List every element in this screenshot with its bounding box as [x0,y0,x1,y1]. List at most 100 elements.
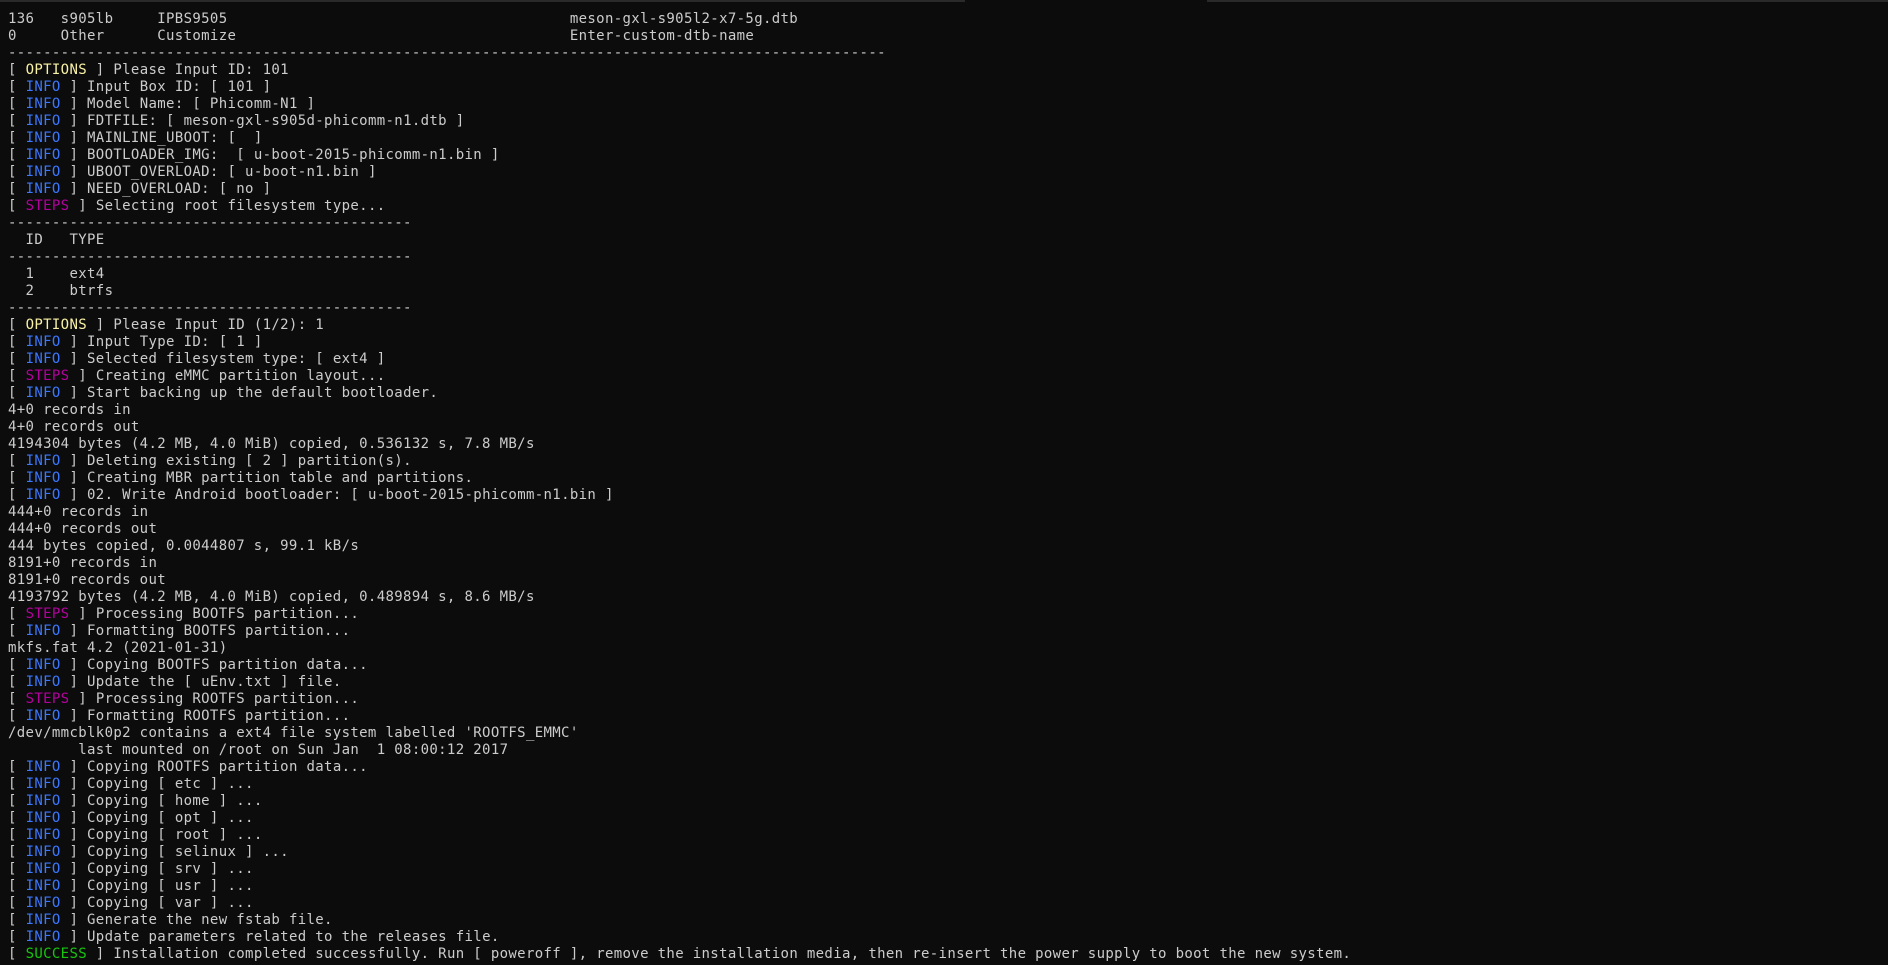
terminal-line: [ OPTIONS ] Please Input ID (1/2): 1 [8,317,1351,334]
log-tag-steps: STEPS [25,691,70,707]
log-tag-info: INFO [25,827,61,843]
log-tag-open-bracket: [ [8,453,26,469]
terminal-line: last mounted on /root on Sun Jan 1 08:00… [8,742,1351,759]
log-tag-info: INFO [25,793,61,809]
terminal-output[interactable]: 136 s905lb IPBS9505 meson-gxl-s905l2-x7-… [8,11,1351,963]
log-tag-info: INFO [25,623,61,639]
log-tag-close-bracket: ] [60,181,88,197]
terminal-line: [ INFO ] Copying [ home ] ... [8,793,1351,810]
terminal-line: [ INFO ] Generate the new fstab file. [8,912,1351,929]
log-tag-info: INFO [25,674,61,690]
log-tag-info: INFO [25,334,61,350]
log-tag-info: INFO [25,470,61,486]
log-tag-close-bracket: ] [69,606,96,622]
terminal-line: [ INFO ] FDTFILE: [ meson-gxl-s905d-phic… [8,113,1351,130]
log-message: Selecting root filesystem type... [95,198,386,214]
terminal-line: [ OPTIONS ] Please Input ID: 101 [8,62,1351,79]
log-tag-close-bracket: ] [60,147,88,163]
terminal-line: [ INFO ] Model Name: [ Phicomm-N1 ] [8,96,1351,113]
log-message: Copying [ selinux ] ... [87,844,289,860]
log-message: 444+0 records in [8,504,149,520]
log-message: Formatting ROOTFS partition... [87,708,351,724]
log-tag-info: INFO [25,113,61,129]
log-message: 8191+0 records in [8,555,158,571]
log-message: ID TYPE [8,232,105,248]
log-tag-close-bracket: ] [69,198,96,214]
log-message: ----------------------------------------… [8,45,886,61]
terminal-line: [ INFO ] UBOOT_OVERLOAD: [ u-boot-n1.bin… [8,164,1351,181]
log-tag-open-bracket: [ [8,113,26,129]
log-message: Generate the new fstab file. [87,912,333,928]
log-message: Copying [ home ] ... [87,793,263,809]
log-message: Deleting existing [ 2 ] partition(s). [87,453,412,469]
terminal-line: [ STEPS ] Creating eMMC partition layout… [8,368,1351,385]
log-tag-close-bracket: ] [60,470,88,486]
terminal-line: [ INFO ] MAINLINE_UBOOT: [ ] [8,130,1351,147]
log-tag-success: SUCCESS [25,946,88,962]
terminal-line: [ INFO ] Update parameters related to th… [8,929,1351,946]
log-tag-close-bracket: ] [60,929,88,945]
log-tag-info: INFO [25,96,61,112]
terminal-line: [ INFO ] Copying BOOTFS partition data..… [8,657,1351,674]
terminal-line: [ SUCCESS ] Installation completed succe… [8,946,1351,963]
log-tag-close-bracket: ] [60,810,88,826]
log-tag-info: INFO [25,181,61,197]
log-tag-close-bracket: ] [60,113,88,129]
terminal-line: [ INFO ] Copying [ root ] ... [8,827,1351,844]
log-tag-close-bracket: ] [87,946,114,962]
log-tag-steps: STEPS [25,368,70,384]
log-tag-open-bracket: [ [8,674,26,690]
log-message: MAINLINE_UBOOT: [ ] [87,130,263,146]
log-tag-info: INFO [25,759,61,775]
log-tag-open-bracket: [ [8,62,26,78]
log-tag-info: INFO [25,385,61,401]
log-tag-open-bracket: [ [8,181,26,197]
log-message: 2 btrfs [8,283,114,299]
log-message: mkfs.fat 4.2 (2021-01-31) [8,640,228,656]
log-tag-open-bracket: [ [8,810,26,826]
terminal-line: [ INFO ] Copying ROOTFS partition data..… [8,759,1351,776]
log-tag-close-bracket: ] [69,368,96,384]
log-tag-open-bracket: [ [8,198,26,214]
log-message: Please Input ID: 101 [113,62,289,78]
log-tag-close-bracket: ] [60,164,88,180]
log-tag-info: INFO [25,147,61,163]
log-tag-open-bracket: [ [8,708,26,724]
log-tag-info: INFO [25,487,61,503]
log-tag-close-bracket: ] [60,385,88,401]
log-tag-open-bracket: [ [8,912,26,928]
terminal-line: ----------------------------------------… [8,249,1351,266]
log-tag-close-bracket: ] [60,895,88,911]
log-tag-open-bracket: [ [8,657,26,673]
log-tag-open-bracket: [ [8,878,26,894]
log-tag-options: OPTIONS [25,62,88,78]
log-tag-close-bracket: ] [60,708,88,724]
log-message: Copying [ etc ] ... [87,776,254,792]
log-message: FDTFILE: [ meson-gxl-s905d-phicomm-n1.dt… [87,113,465,129]
log-message: UBOOT_OVERLOAD: [ u-boot-n1.bin ] [87,164,377,180]
log-tag-open-bracket: [ [8,946,26,962]
log-tag-open-bracket: [ [8,844,26,860]
log-tag-steps: STEPS [25,606,70,622]
log-tag-open-bracket: [ [8,759,26,775]
log-message: 1 ext4 [8,266,105,282]
log-tag-open-bracket: [ [8,96,26,112]
log-tag-close-bracket: ] [60,79,88,95]
log-message: Copying [ opt ] ... [87,810,254,826]
log-tag-close-bracket: ] [60,844,88,860]
log-message: ----------------------------------------… [8,215,412,231]
log-tag-info: INFO [25,79,61,95]
log-tag-close-bracket: ] [60,96,88,112]
log-message: 444 bytes copied, 0.0044807 s, 99.1 kB/s [8,538,360,554]
log-message: Creating MBR partition table and partiti… [87,470,474,486]
log-tag-close-bracket: ] [60,674,88,690]
log-message: Copying [ root ] ... [87,827,263,843]
log-tag-open-bracket: [ [8,623,26,639]
terminal-line: [ INFO ] Copying [ opt ] ... [8,810,1351,827]
log-message: 4+0 records out [8,419,140,435]
log-message: ----------------------------------------… [8,300,412,316]
log-tag-info: INFO [25,657,61,673]
log-tag-info: INFO [25,164,61,180]
terminal-line: [ INFO ] Input Box ID: [ 101 ] [8,79,1351,96]
terminal-line: [ INFO ] Selected filesystem type: [ ext… [8,351,1351,368]
